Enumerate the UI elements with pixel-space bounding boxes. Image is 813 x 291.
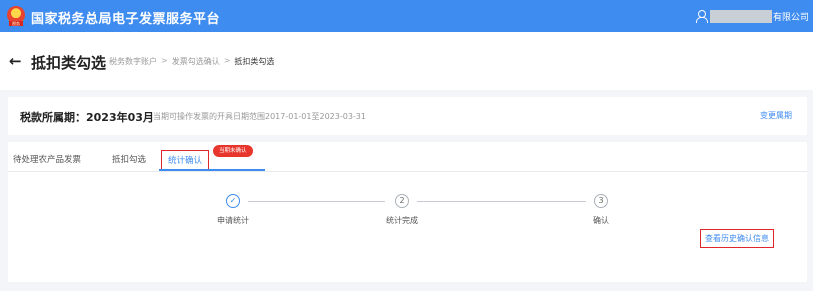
tab-statistics-confirm[interactable]: 统计确认 — [161, 150, 210, 170]
active-tab-indicator — [159, 169, 265, 171]
breadcrumb-separator: > — [161, 56, 168, 65]
tab-agricultural-invoices[interactable]: 待处理农产品发票 — [13, 153, 81, 165]
user-company-suffix: 有限公司 — [772, 12, 809, 23]
breadcrumb: 税务数字账户 > 发票勾选确认 > 抵扣类勾选 — [109, 56, 274, 67]
step-2-marker: 2 — [395, 194, 409, 208]
page-header: ← 抵扣类勾选 税务数字账户 > 发票勾选确认 > 抵扣类勾选 — [0, 32, 813, 90]
unconfirmed-badge: 当期未确认 — [213, 145, 253, 157]
step-1-check-icon: ✓ — [226, 194, 240, 208]
step-3-label: 确认 — [593, 216, 609, 225]
app-title: 国家税务总局电子发票服务平台 — [31, 12, 221, 27]
user-icon — [695, 10, 708, 23]
breadcrumb-separator: > — [223, 56, 231, 65]
arrow-left-icon[interactable]: ← — [9, 54, 22, 69]
tab-bar: 待处理农产品发票 抵扣勾选 统计确认 当期未确认 — [8, 142, 807, 172]
step-connector — [417, 201, 586, 202]
breadcrumb-item-confirm[interactable]: 发票勾选确认 — [172, 56, 220, 67]
tax-period-hint: 当期可操作发票的开具日期范围2017-01-01至2023-03-31 — [153, 112, 366, 121]
page-title: 抵扣类勾选 — [31, 54, 107, 72]
view-history-confirm-link[interactable]: 查看历史确认信息 — [700, 229, 774, 248]
step-2-label: 统计完成 — [386, 216, 418, 225]
change-period-link[interactable]: 变更属期 — [760, 110, 792, 121]
top-bar: 税务 国家税务总局电子发票服务平台 有限公司 — [0, 0, 813, 32]
logo-tag: 税务 — [9, 21, 23, 26]
tab-deduction-select[interactable]: 抵扣勾选 — [112, 153, 146, 165]
breadcrumb-item-current: 抵扣类勾选 — [234, 57, 275, 66]
tax-period-label: 税款所属期：2023年03月 — [20, 111, 154, 124]
breadcrumb-item-account[interactable]: 税务数字账户 — [109, 56, 157, 67]
progress-steps: ✓ 2 3 申请统计 统计完成 确认 查看历史确认信息 — [8, 172, 807, 282]
confirm-card: 待处理农产品发票 抵扣勾选 统计确认 当期未确认 ✓ 2 3 申请统计 统计完成… — [8, 142, 807, 282]
step-1-label: 申请统计 — [217, 216, 249, 225]
tax-period-card: 税款所属期：2023年03月 当期可操作发票的开具日期范围2017-01-01至… — [8, 97, 807, 135]
user-name-redacted — [709, 9, 772, 23]
step-connector — [248, 201, 385, 202]
step-3-marker: 3 — [594, 194, 608, 208]
tax-emblem-logo: 税务 — [7, 6, 25, 26]
user-menu[interactable]: 有限公司 — [695, 9, 809, 23]
